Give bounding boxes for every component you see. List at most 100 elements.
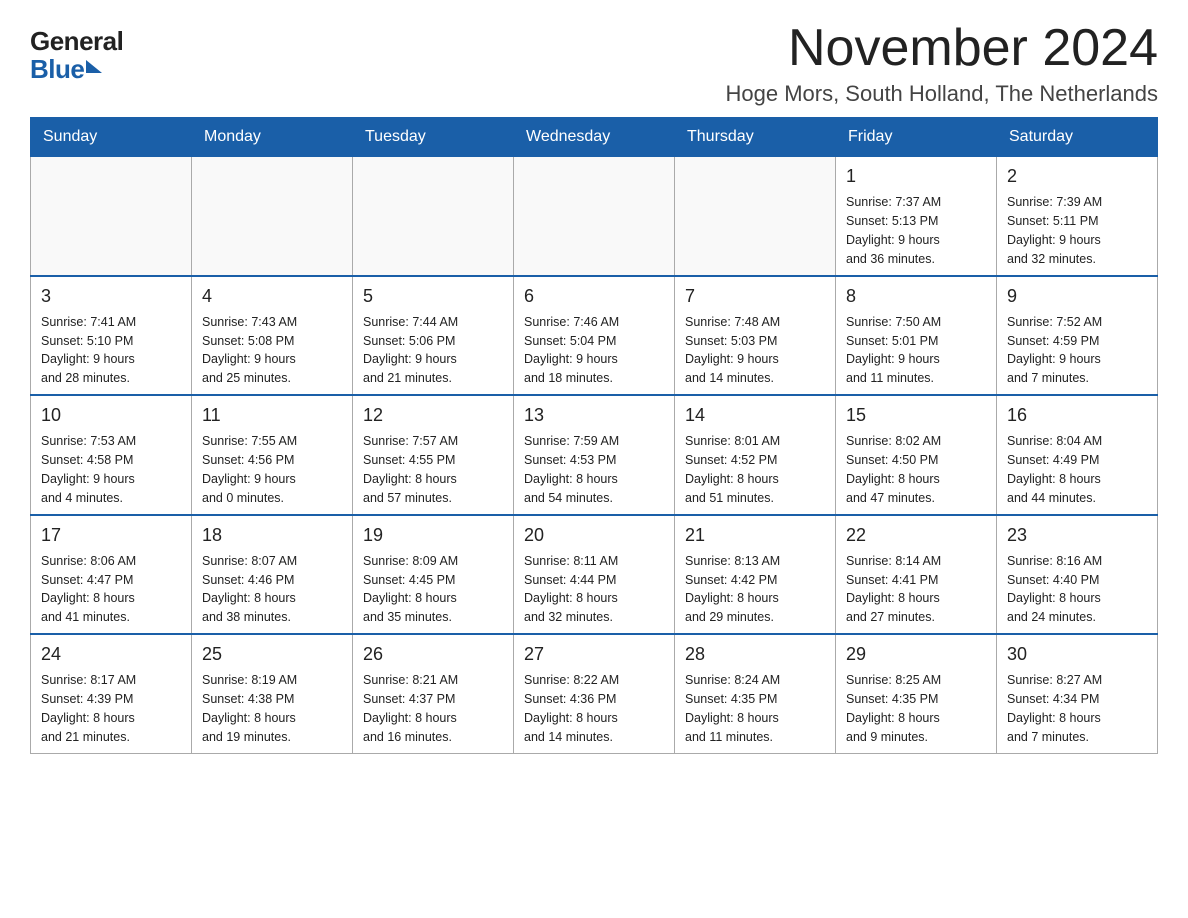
day-info: Sunrise: 7:43 AM Sunset: 5:08 PM Dayligh… [202,315,297,386]
day-number: 3 [41,283,181,309]
calendar-day-cell: 19 Sunrise: 8:09 AM Sunset: 4:45 PM Dayli… [353,515,514,634]
day-number: 5 [363,283,503,309]
day-info: Sunrise: 8:07 AM Sunset: 4:46 PM Dayligh… [202,554,297,625]
day-number: 27 [524,641,664,667]
calendar-day-cell: 17 Sunrise: 8:06 AM Sunset: 4:47 PM Dayli… [31,515,192,634]
day-info: Sunrise: 8:11 AM Sunset: 4:44 PM Dayligh… [524,554,618,625]
day-info: Sunrise: 8:22 AM Sunset: 4:36 PM Dayligh… [524,673,619,744]
day-number: 4 [202,283,342,309]
calendar-day-cell: 7 Sunrise: 7:48 AM Sunset: 5:03 PM Daylig… [675,276,836,395]
day-number: 7 [685,283,825,309]
calendar-day-cell: 26 Sunrise: 8:21 AM Sunset: 4:37 PM Dayli… [353,634,514,753]
calendar-day-cell: 5 Sunrise: 7:44 AM Sunset: 5:06 PM Daylig… [353,276,514,395]
day-info: Sunrise: 8:19 AM Sunset: 4:38 PM Dayligh… [202,673,297,744]
calendar-day-cell: 2 Sunrise: 7:39 AM Sunset: 5:11 PM Daylig… [997,157,1158,276]
calendar-day-cell [192,157,353,276]
day-number: 13 [524,402,664,428]
page-title: November 2024 [725,20,1158,77]
calendar-week-row: 17 Sunrise: 8:06 AM Sunset: 4:47 PM Dayli… [31,515,1158,634]
calendar-day-cell: 6 Sunrise: 7:46 AM Sunset: 5:04 PM Daylig… [514,276,675,395]
day-info: Sunrise: 8:06 AM Sunset: 4:47 PM Dayligh… [41,554,136,625]
weekday-header-saturday: Saturday [997,118,1158,157]
day-number: 9 [1007,283,1147,309]
calendar-day-cell: 22 Sunrise: 8:14 AM Sunset: 4:41 PM Dayli… [836,515,997,634]
day-number: 1 [846,163,986,189]
calendar-week-row: 3 Sunrise: 7:41 AM Sunset: 5:10 PM Daylig… [31,276,1158,395]
day-info: Sunrise: 8:04 AM Sunset: 4:49 PM Dayligh… [1007,434,1102,505]
day-info: Sunrise: 7:48 AM Sunset: 5:03 PM Dayligh… [685,315,780,386]
calendar-day-cell: 10Sunrise: 7:53 AM Sunset: 4:58 PM Dayli… [31,395,192,514]
day-info: Sunrise: 8:02 AM Sunset: 4:50 PM Dayligh… [846,434,941,505]
weekday-header-wednesday: Wednesday [514,118,675,157]
day-info: Sunrise: 8:27 AM Sunset: 4:34 PM Dayligh… [1007,673,1102,744]
day-number: 19 [363,522,503,548]
day-info: Sunrise: 7:53 AM Sunset: 4:58 PM Dayligh… [41,434,136,505]
day-info: Sunrise: 8:24 AM Sunset: 4:35 PM Dayligh… [685,673,780,744]
day-number: 23 [1007,522,1147,548]
title-area: November 2024 Hoge Mors, South Holland, … [725,20,1158,107]
day-info: Sunrise: 7:44 AM Sunset: 5:06 PM Dayligh… [363,315,458,386]
day-info: Sunrise: 8:17 AM Sunset: 4:39 PM Dayligh… [41,673,136,744]
logo-blue-text: Blue [30,54,84,85]
calendar-day-cell: 23Sunrise: 8:16 AM Sunset: 4:40 PM Dayli… [997,515,1158,634]
calendar-day-cell: 12 Sunrise: 7:57 AM Sunset: 4:55 PM Dayli… [353,395,514,514]
day-number: 8 [846,283,986,309]
calendar-day-cell [514,157,675,276]
calendar-day-cell: 8Sunrise: 7:50 AM Sunset: 5:01 PM Daylig… [836,276,997,395]
page-header: General Blue November 2024 Hoge Mors, So… [30,20,1158,107]
day-info: Sunrise: 8:14 AM Sunset: 4:41 PM Dayligh… [846,554,941,625]
calendar-day-cell: 15 Sunrise: 8:02 AM Sunset: 4:50 PM Dayli… [836,395,997,514]
day-number: 18 [202,522,342,548]
weekday-header-row: SundayMondayTuesdayWednesdayThursdayFrid… [31,118,1158,157]
weekday-header-thursday: Thursday [675,118,836,157]
calendar-day-cell: 18 Sunrise: 8:07 AM Sunset: 4:46 PM Dayli… [192,515,353,634]
day-number: 24 [41,641,181,667]
day-number: 26 [363,641,503,667]
day-number: 2 [1007,163,1147,189]
weekday-header-sunday: Sunday [31,118,192,157]
calendar-day-cell: 25Sunrise: 8:19 AM Sunset: 4:38 PM Dayli… [192,634,353,753]
calendar-day-cell: 14 Sunrise: 8:01 AM Sunset: 4:52 PM Dayli… [675,395,836,514]
calendar-day-cell: 9Sunrise: 7:52 AM Sunset: 4:59 PM Daylig… [997,276,1158,395]
day-number: 28 [685,641,825,667]
day-number: 16 [1007,402,1147,428]
calendar-day-cell [31,157,192,276]
day-info: Sunrise: 7:59 AM Sunset: 4:53 PM Dayligh… [524,434,619,505]
day-info: Sunrise: 7:46 AM Sunset: 5:04 PM Dayligh… [524,315,619,386]
day-number: 11 [202,402,342,428]
calendar-day-cell: 30Sunrise: 8:27 AM Sunset: 4:34 PM Dayli… [997,634,1158,753]
day-info: Sunrise: 7:41 AM Sunset: 5:10 PM Dayligh… [41,315,136,386]
day-info: Sunrise: 7:57 AM Sunset: 4:55 PM Dayligh… [363,434,458,505]
weekday-header-tuesday: Tuesday [353,118,514,157]
logo: General Blue [30,28,123,85]
day-number: 21 [685,522,825,548]
day-number: 22 [846,522,986,548]
calendar-day-cell: 1 Sunrise: 7:37 AM Sunset: 5:13 PM Daylig… [836,157,997,276]
logo-triangle-icon [86,60,102,73]
day-number: 14 [685,402,825,428]
calendar-day-cell: 27 Sunrise: 8:22 AM Sunset: 4:36 PM Dayli… [514,634,675,753]
calendar-day-cell [675,157,836,276]
day-info: Sunrise: 8:13 AM Sunset: 4:42 PM Dayligh… [685,554,780,625]
day-info: Sunrise: 7:37 AM Sunset: 5:13 PM Dayligh… [846,195,941,266]
calendar-day-cell: 3 Sunrise: 7:41 AM Sunset: 5:10 PM Daylig… [31,276,192,395]
day-info: Sunrise: 8:01 AM Sunset: 4:52 PM Dayligh… [685,434,780,505]
day-number: 12 [363,402,503,428]
calendar-week-row: 24 Sunrise: 8:17 AM Sunset: 4:39 PM Dayli… [31,634,1158,753]
day-number: 15 [846,402,986,428]
calendar-day-cell: 20Sunrise: 8:11 AM Sunset: 4:44 PM Dayli… [514,515,675,634]
day-info: Sunrise: 8:09 AM Sunset: 4:45 PM Dayligh… [363,554,458,625]
day-info: Sunrise: 8:21 AM Sunset: 4:37 PM Dayligh… [363,673,458,744]
calendar-day-cell [353,157,514,276]
day-info: Sunrise: 7:39 AM Sunset: 5:11 PM Dayligh… [1007,195,1102,266]
day-number: 17 [41,522,181,548]
day-number: 6 [524,283,664,309]
logo-general-text: General [30,28,123,54]
page-subtitle: Hoge Mors, South Holland, The Netherland… [725,81,1158,107]
calendar-week-row: 10Sunrise: 7:53 AM Sunset: 4:58 PM Dayli… [31,395,1158,514]
day-number: 29 [846,641,986,667]
calendar-day-cell: 29Sunrise: 8:25 AM Sunset: 4:35 PM Dayli… [836,634,997,753]
weekday-header-friday: Friday [836,118,997,157]
day-info: Sunrise: 7:55 AM Sunset: 4:56 PM Dayligh… [202,434,297,505]
calendar-week-row: 1 Sunrise: 7:37 AM Sunset: 5:13 PM Daylig… [31,157,1158,276]
